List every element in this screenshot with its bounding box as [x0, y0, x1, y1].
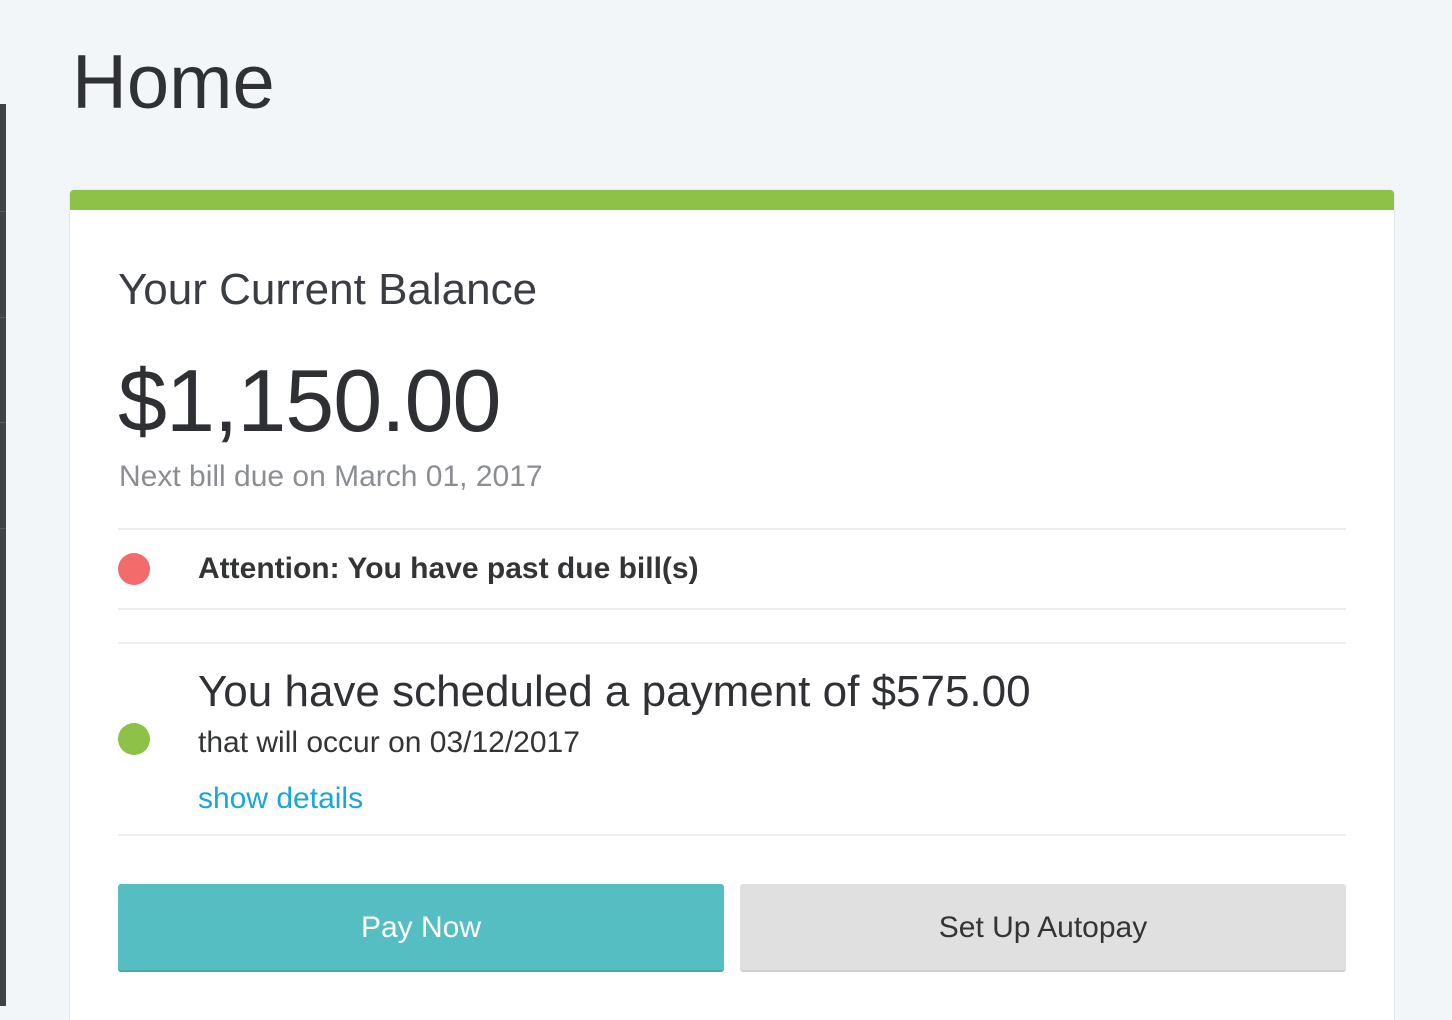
set-up-autopay-button[interactable]: Set Up Autopay: [740, 884, 1346, 972]
past-due-status-icon: [118, 553, 150, 585]
sidebar-separator: [0, 422, 6, 423]
show-details-link[interactable]: show details: [198, 780, 363, 818]
balance-amount: $1,150.00: [118, 351, 501, 450]
sidebar-separator: [0, 211, 6, 212]
scheduled-status-icon: [118, 723, 150, 755]
page-title: Home: [72, 40, 275, 125]
divider: [118, 528, 1346, 530]
scheduled-payment-date: that will occur on 03/12/2017: [198, 726, 580, 759]
scheduled-payment-text: You have scheduled a payment of $575.00: [198, 667, 1031, 716]
sidebar-separator: [0, 317, 6, 318]
divider: [118, 834, 1346, 836]
past-due-alert-text: Attention: You have past due bill(s): [198, 552, 699, 585]
balance-label: Your Current Balance: [118, 265, 538, 314]
sidebar-separator: [0, 528, 6, 529]
card-accent-bar: [70, 190, 1394, 210]
left-sidebar-edge: [0, 104, 6, 1006]
next-bill-due: Next bill due on March 01, 2017: [119, 460, 543, 493]
balance-card: Your Current Balance $1,150.00 Next bill…: [70, 190, 1394, 1020]
pay-now-button[interactable]: Pay Now: [118, 884, 724, 972]
divider: [118, 642, 1346, 644]
divider: [118, 608, 1346, 610]
